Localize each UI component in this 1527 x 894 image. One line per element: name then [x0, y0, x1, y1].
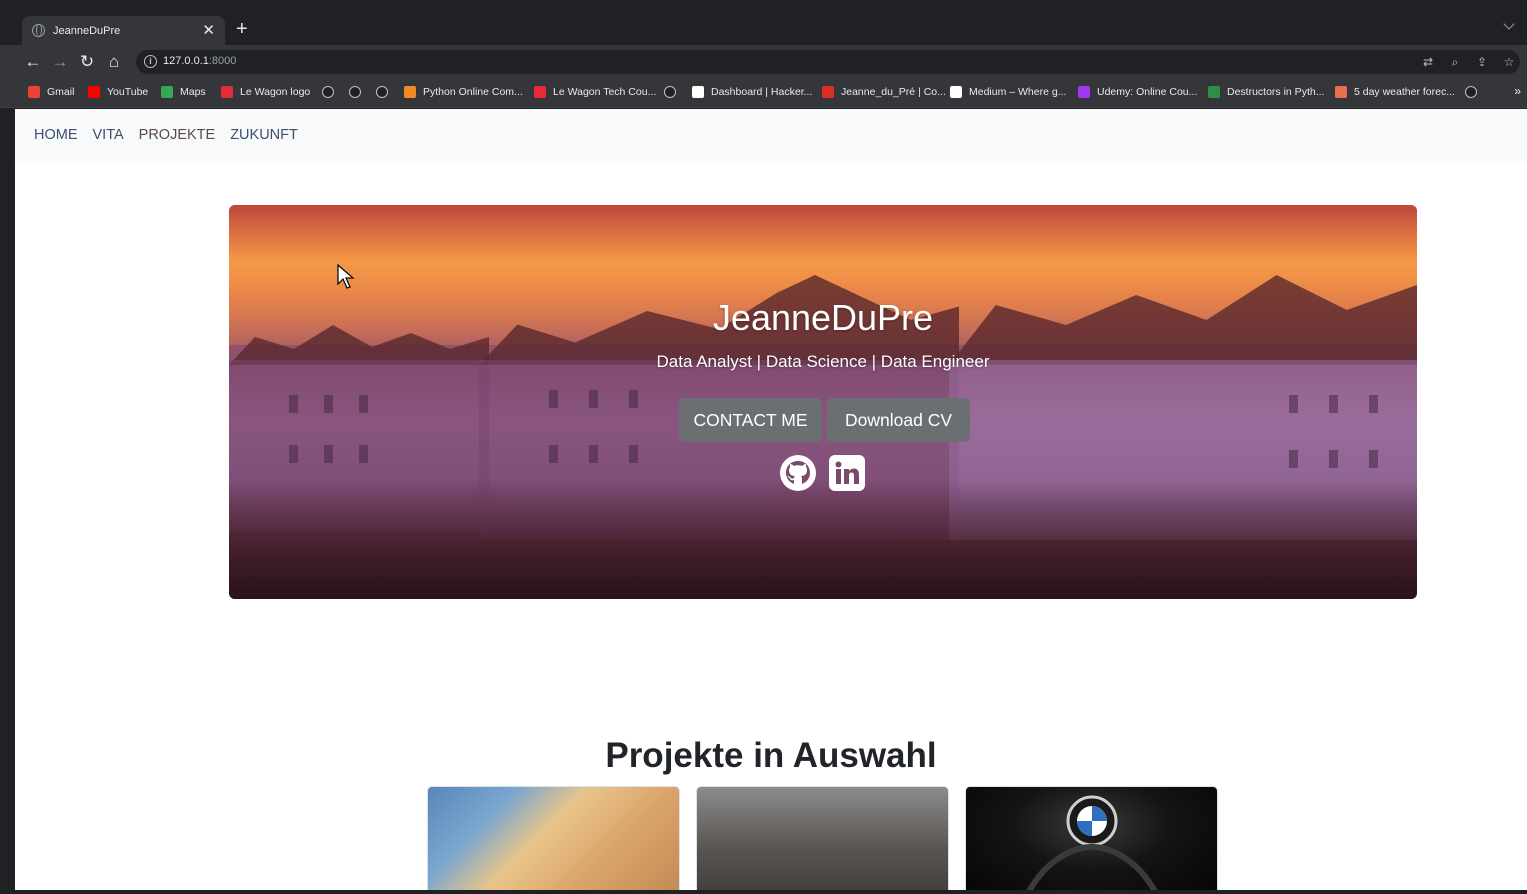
project-card-image[interactable] — [427, 786, 680, 890]
share-icon[interactable]: ⇪ — [1474, 54, 1490, 70]
bookmark-label: 5 day weather forec... — [1354, 86, 1455, 98]
back-icon[interactable]: ← — [23, 52, 43, 72]
favicon-icon — [161, 86, 173, 98]
hero-subtitle: Data Analyst | Data Science | Data Engin… — [656, 352, 990, 371]
bookmark-label: Dashboard | Hacker... — [711, 86, 813, 98]
globe-icon — [376, 86, 388, 98]
mouse-cursor-icon — [337, 264, 355, 289]
bmw-logo-icon — [1026, 795, 1158, 890]
tab-title: JeanneDuPre — [53, 24, 121, 37]
download-cv-button[interactable]: Download CV — [827, 398, 970, 442]
bookmarks-bar: Gmail YouTube Maps Le Wagon logo Python Onli… — [0, 79, 1527, 108]
github-icon[interactable] — [779, 454, 817, 492]
bookmark-item[interactable]: Maps — [161, 86, 206, 98]
bookmark-item[interactable]: Dashboard | Hacker... — [692, 86, 812, 98]
bookmark-item[interactable]: Udemy: Online Cou... — [1078, 86, 1197, 98]
projects-heading: Projekte in Auswahl — [605, 736, 937, 775]
bookmark-label: Medium – Where g... — [969, 86, 1067, 98]
bookmark-item[interactable]: Destructors in Pyth... — [1208, 86, 1324, 98]
bookmark-star-icon[interactable]: ☆ — [1501, 54, 1517, 70]
favicon-icon — [221, 86, 233, 98]
bookmark-item[interactable]: 5 day weather forec... — [1335, 86, 1455, 98]
nav-home[interactable]: HOME — [34, 127, 78, 143]
close-tab-icon[interactable]: ✕ — [202, 23, 215, 38]
favicon-icon — [1208, 86, 1220, 98]
site-info-icon[interactable]: i — [144, 55, 157, 68]
contact-me-button[interactable]: CONTACT ME — [679, 398, 822, 442]
favicon-icon — [1335, 86, 1347, 98]
favicon-icon — [534, 86, 546, 98]
project-card-image[interactable] — [696, 786, 949, 890]
browser-toolbar: ← → ↻ ⌂ i 127.0.0.1:8000 ⇄ ⌕ ⇪ ☆ — [0, 45, 1527, 79]
nav-projekte[interactable]: PROJEKTE — [139, 127, 216, 143]
bookmark-item[interactable] — [322, 86, 341, 98]
bookmark-item[interactable] — [376, 86, 395, 98]
bookmark-label: YouTube — [107, 86, 149, 98]
bookmark-item[interactable]: Le Wagon logo — [221, 86, 310, 98]
zoom-icon[interactable]: ⌕ — [1447, 54, 1463, 70]
bookmark-label: Le Wagon Tech Cou... — [553, 86, 657, 98]
favicon-icon — [822, 86, 834, 98]
bookmark-item[interactable]: Gmail — [28, 86, 74, 98]
globe-icon — [664, 86, 676, 98]
home-icon[interactable]: ⌂ — [104, 52, 124, 72]
bookmark-item[interactable]: Jeanne_du_Pré | Co... — [822, 86, 946, 98]
bookmark-item[interactable]: YouTube — [88, 86, 148, 98]
bookmark-item[interactable]: Le Wagon Tech Cou... — [534, 86, 656, 98]
bookmark-item[interactable] — [1465, 86, 1484, 98]
bookmark-label: Gmail — [47, 86, 75, 98]
bookmark-label: Maps — [180, 86, 206, 98]
bookmark-label: Le Wagon logo — [240, 86, 311, 98]
hero-banner: JeanneDuPre Data Analyst | Data Science … — [229, 205, 1417, 599]
bookmark-item[interactable] — [349, 86, 368, 98]
hero-title: JeanneDuPre — [712, 297, 934, 338]
bookmark-label: Destructors in Pyth... — [1227, 86, 1325, 98]
tab-strip: JeanneDuPre ✕ + — [0, 0, 1527, 45]
favicon-icon — [1078, 86, 1090, 98]
url-text: 127.0.0.1:8000 — [163, 55, 237, 67]
reload-icon[interactable]: ↻ — [77, 52, 97, 72]
bookmark-label: Udemy: Online Cou... — [1097, 86, 1198, 98]
project-card-image[interactable] — [965, 786, 1218, 890]
address-bar[interactable]: i 127.0.0.1:8000 ⇄ ⌕ ⇪ ☆ — [136, 50, 1520, 74]
bookmark-item[interactable]: Medium – Where g... — [950, 86, 1066, 98]
globe-icon — [32, 24, 45, 37]
globe-icon — [349, 86, 361, 98]
bookmark-item[interactable]: Python Online Com... — [404, 86, 523, 98]
new-tab-button[interactable]: + — [236, 19, 248, 39]
bookmark-label: Python Online Com... — [423, 86, 523, 98]
site-navbar: HOME VITA PROJEKTE ZUKUNFT — [15, 109, 1527, 161]
favicon-icon — [404, 86, 416, 98]
nav-vita[interactable]: VITA — [93, 127, 124, 143]
favicon-icon — [950, 86, 962, 98]
translate-icon[interactable]: ⇄ — [1420, 54, 1436, 70]
bookmark-item[interactable] — [664, 86, 683, 98]
page-viewport: HOME VITA PROJEKTE ZUKUNFT JeanneDuPre D… — [15, 109, 1527, 890]
globe-icon — [322, 86, 334, 98]
favicon-icon — [692, 86, 704, 98]
linkedin-icon[interactable] — [828, 454, 866, 492]
hero-content: JeanneDuPre Data Analyst | Data Science … — [229, 205, 1417, 599]
favicon-icon — [28, 86, 40, 98]
forward-icon[interactable]: → — [50, 52, 70, 72]
nav-zukunft[interactable]: ZUKUNFT — [230, 127, 298, 143]
bookmark-label: Jeanne_du_Pré | Co... — [841, 86, 946, 98]
tab-search-chevron-icon[interactable] — [1503, 18, 1515, 30]
browser-tab[interactable]: JeanneDuPre ✕ — [22, 16, 225, 45]
more-bookmarks-icon[interactable]: » — [1514, 84, 1521, 98]
favicon-icon — [88, 86, 100, 98]
globe-icon — [1465, 86, 1477, 98]
